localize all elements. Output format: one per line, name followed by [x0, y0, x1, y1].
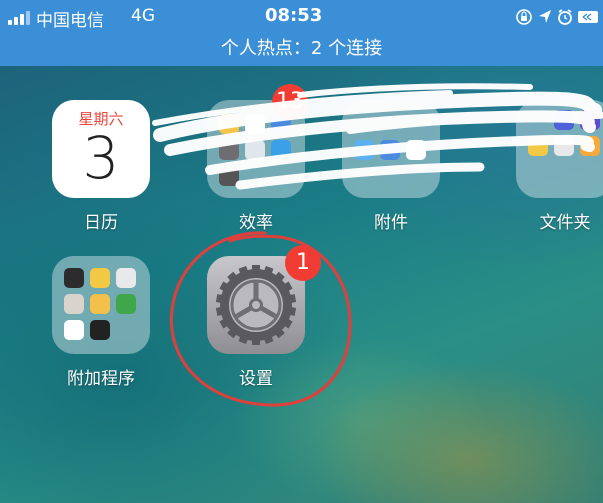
app-label: 附加程序: [67, 369, 135, 389]
redaction-scribble: [152, 83, 603, 190]
app-label: 日历: [84, 213, 118, 233]
home-screen: 中国电信 4G 08:53 个人热点：2 个连接 星期六 3 日历 效率 13 …: [0, 0, 603, 503]
calendar-day: 3: [82, 124, 120, 192]
hotspot-banner[interactable]: 个人热点：2 个连接: [0, 34, 603, 60]
status-row: 中国电信 4G 08:53: [0, 0, 603, 34]
alarm-icon: [558, 9, 572, 25]
network-type: 4G: [131, 6, 155, 26]
status-icons: [516, 9, 598, 25]
rotation-lock-icon: [516, 9, 532, 25]
status-bar: 中国电信 4G 08:53 个人热点：2 个连接: [0, 0, 603, 66]
carrier-name: 中国电信: [36, 11, 104, 31]
battery-icon: [578, 11, 598, 23]
location-arrow-icon: [539, 10, 551, 23]
cellular-signal-icon: [8, 11, 38, 25]
annotation-circle: [169, 231, 352, 407]
clock: 08:53: [265, 5, 323, 26]
calendar-icon: 星期六 3: [52, 100, 150, 198]
app-label: 文件夹: [539, 213, 591, 233]
folder-icon: [52, 256, 150, 354]
